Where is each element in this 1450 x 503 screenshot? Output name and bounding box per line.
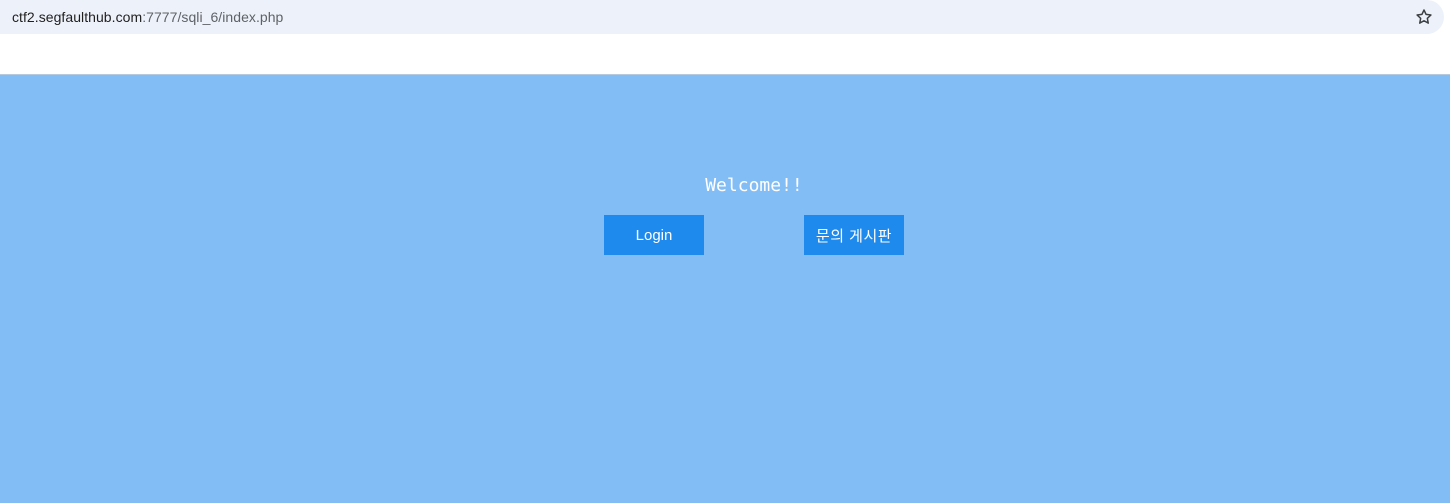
welcome-heading: Welcome!! <box>705 175 803 196</box>
url-host: ctf2.segfaulthub.com <box>12 9 143 25</box>
page-content: Welcome!! Login 문의 게시판 <box>0 74 1450 503</box>
login-button[interactable]: Login <box>604 215 704 255</box>
browser-toolbar: ctf2.segfaulthub.com:7777/sqli_6/index.p… <box>0 0 1450 36</box>
inquiry-board-button[interactable]: 문의 게시판 <box>804 215 904 255</box>
url-text[interactable]: ctf2.segfaulthub.com:7777/sqli_6/index.p… <box>12 9 283 25</box>
page-top-spacer <box>0 36 1450 74</box>
url-path: :7777/sqli_6/index.php <box>142 9 284 25</box>
star-outline-icon[interactable] <box>1414 7 1434 27</box>
address-bar[interactable]: ctf2.segfaulthub.com:7777/sqli_6/index.p… <box>0 0 1444 34</box>
